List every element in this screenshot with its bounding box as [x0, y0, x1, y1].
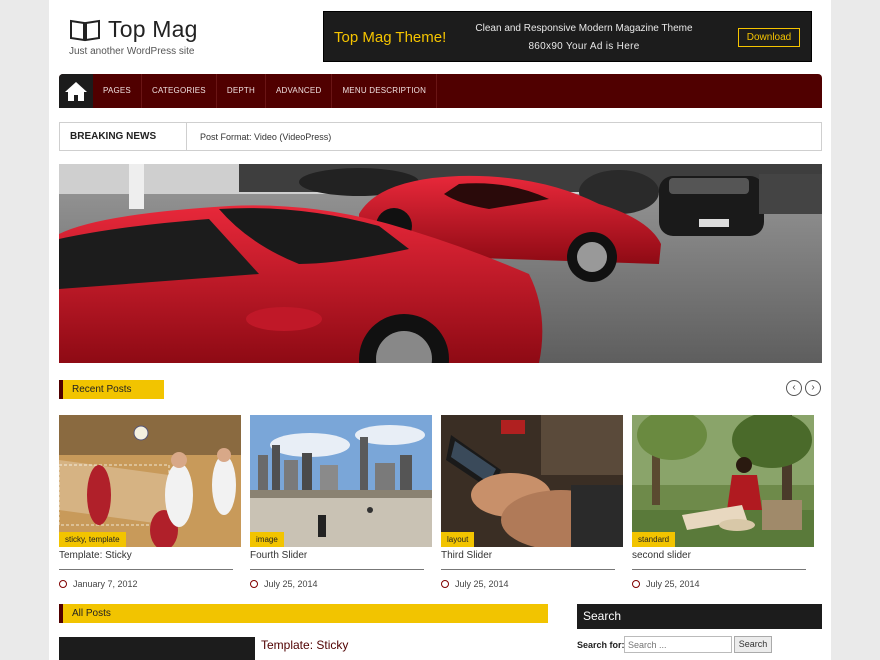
- site-logo[interactable]: Top Mag: [69, 16, 198, 43]
- woman-garden-image: [632, 415, 814, 547]
- city-skyline-image: [250, 415, 432, 547]
- breaking-news-bar: BREAKING NEWS Post Format: Video (VideoP…: [59, 122, 822, 151]
- prev-arrow-button[interactable]: ‹: [786, 380, 802, 396]
- search-button[interactable]: Search: [734, 636, 772, 653]
- main-nav: PAGES CATEGORIES DEPTH ADVANCED MENU DES…: [59, 74, 822, 108]
- page: Top Mag Just another WordPress site Top …: [49, 0, 831, 660]
- phone-hand-image: [441, 415, 623, 547]
- nav-item-depth[interactable]: DEPTH: [217, 74, 266, 108]
- ad-line-1: Clean and Responsive Modern Magazine The…: [475, 23, 693, 34]
- volleyball-image: [59, 415, 241, 547]
- next-arrow-button[interactable]: ›: [805, 380, 821, 396]
- search-input[interactable]: [624, 636, 732, 653]
- divider: [632, 569, 806, 570]
- hero-image: [59, 164, 822, 363]
- search-label: Search for:: [577, 640, 625, 650]
- post-date: July 25, 2014: [441, 579, 623, 589]
- search-widget-heading: Search: [577, 604, 822, 629]
- ad-banner[interactable]: Top Mag Theme! Clean and Responsive Mode…: [323, 11, 812, 62]
- post-title[interactable]: second slider: [632, 550, 814, 561]
- post-title[interactable]: Fourth Slider: [250, 550, 432, 561]
- post-tag[interactable]: image: [250, 532, 284, 547]
- post-title[interactable]: Template: Sticky: [59, 550, 241, 561]
- post-title[interactable]: Third Slider: [441, 550, 623, 561]
- site-title[interactable]: Top Mag: [108, 16, 198, 43]
- ad-title: Top Mag Theme!: [334, 29, 447, 46]
- home-button[interactable]: [59, 74, 93, 108]
- book-icon: [70, 19, 100, 41]
- site-tagline: Just another WordPress site: [69, 46, 195, 57]
- all-posts-heading: All Posts: [59, 604, 548, 623]
- post-date: July 25, 2014: [250, 579, 432, 589]
- ad-line-2: 860x90 Your Ad is Here: [528, 41, 640, 52]
- post-card[interactable]: image Fourth Slider July 25, 2014: [250, 415, 432, 589]
- nav-item-categories[interactable]: CATEGORIES: [142, 74, 217, 108]
- post-tag[interactable]: layout: [441, 532, 475, 547]
- post-date-text: July 25, 2014: [264, 579, 318, 589]
- post-thumbnail[interactable]: sticky, template: [59, 415, 241, 547]
- post-card[interactable]: standard second slider July 25, 2014: [632, 415, 814, 589]
- post-card[interactable]: sticky, template Template: Sticky Januar…: [59, 415, 241, 589]
- post-thumbnail[interactable]: standard: [632, 415, 814, 547]
- breaking-news-label: BREAKING NEWS: [60, 123, 187, 150]
- nav-item-pages[interactable]: PAGES: [93, 74, 142, 108]
- post-date-text: January 7, 2012: [73, 579, 138, 589]
- post-thumbnail[interactable]: layout: [441, 415, 623, 547]
- divider: [59, 569, 233, 570]
- hero-slider-image[interactable]: [59, 164, 822, 363]
- post-date-text: July 25, 2014: [646, 579, 700, 589]
- divider: [250, 569, 424, 570]
- ad-download-button[interactable]: Download: [738, 28, 800, 47]
- breaking-news-link[interactable]: Post Format: Video (VideoPress): [187, 132, 331, 142]
- post-date: July 25, 2014: [632, 579, 814, 589]
- clock-icon: [441, 580, 449, 588]
- post-tag[interactable]: sticky, template: [59, 532, 126, 547]
- nav-item-advanced[interactable]: ADVANCED: [266, 74, 333, 108]
- post-thumbnail[interactable]: image: [250, 415, 432, 547]
- all-posts-first-title[interactable]: Template: Sticky: [261, 638, 348, 652]
- nav-item-menu-description[interactable]: MENU DESCRIPTION: [332, 74, 438, 108]
- divider: [441, 569, 615, 570]
- post-card[interactable]: layout Third Slider July 25, 2014: [441, 415, 623, 589]
- clock-icon: [59, 580, 67, 588]
- recent-posts-heading: Recent Posts: [59, 380, 164, 399]
- all-posts-thumbnail[interactable]: [59, 637, 255, 660]
- home-icon: [65, 82, 87, 101]
- post-date: January 7, 2012: [59, 579, 241, 589]
- clock-icon: [250, 580, 258, 588]
- clock-icon: [632, 580, 640, 588]
- post-tag[interactable]: standard: [632, 532, 676, 547]
- post-date-text: July 25, 2014: [455, 579, 509, 589]
